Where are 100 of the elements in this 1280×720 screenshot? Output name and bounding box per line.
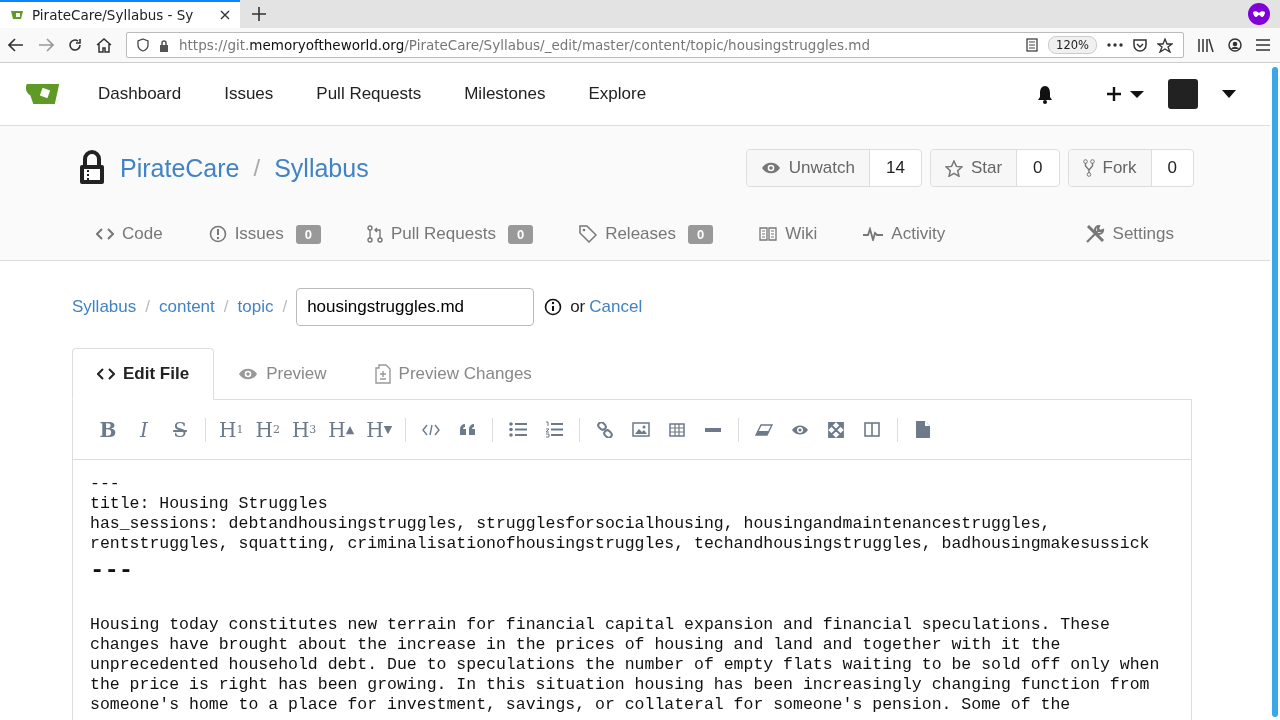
cup-icon bbox=[10, 9, 24, 21]
code-line: --- bbox=[90, 474, 121, 494]
menu-icon[interactable] bbox=[1256, 39, 1270, 51]
shield-icon bbox=[137, 38, 149, 52]
nav-link[interactable]: Pull Requests bbox=[316, 84, 422, 104]
more-icon[interactable] bbox=[1107, 43, 1123, 47]
book-icon bbox=[759, 227, 778, 241]
count-badge: 0 bbox=[507, 224, 534, 244]
code-line: changes have brought about the increase in the prices of housing and land and together with it the bbox=[90, 635, 1062, 655]
new-tab-icon[interactable] bbox=[252, 7, 266, 21]
star-icon bbox=[944, 159, 963, 177]
repo-tab[interactable]: Settings bbox=[1084, 224, 1174, 244]
eye-icon bbox=[791, 423, 810, 436]
pulse-icon bbox=[863, 227, 884, 241]
link-icon bbox=[597, 421, 614, 438]
home-icon[interactable] bbox=[96, 37, 112, 53]
lock-icon bbox=[159, 38, 169, 52]
url-text: https://git.memoryoftheworld.org/PirateCare/Syllabus/_edit/master/content/topic/housingstruggles.md bbox=[179, 37, 871, 53]
breadcrumb-separator: / bbox=[145, 297, 150, 317]
repo-owner-link[interactable]: PirateCare bbox=[120, 153, 240, 183]
breadcrumb-separator: / bbox=[223, 297, 229, 317]
tag-icon bbox=[579, 225, 598, 243]
nav-link[interactable]: Dashboard bbox=[98, 84, 182, 104]
repo-tab[interactable]: Wiki bbox=[759, 224, 818, 244]
repo-tab[interactable]: Releases 0 bbox=[579, 224, 714, 244]
or-text: or bbox=[570, 297, 586, 317]
code-line: unprecedented household debt. Due to speculations the number of empty flats waiting to be sold off only when bbox=[90, 655, 1161, 675]
mask-icon[interactable] bbox=[1248, 3, 1270, 25]
account-icon[interactable] bbox=[1228, 38, 1242, 52]
forward-icon[interactable] bbox=[38, 38, 54, 52]
path-separator: / bbox=[253, 154, 261, 182]
italic-button[interactable]: I bbox=[126, 414, 162, 445]
nav-link[interactable]: Milestones bbox=[464, 84, 546, 104]
reload-icon[interactable] bbox=[68, 38, 82, 52]
code-line: has_sessions: debtandhousingstruggles, strugglesforsocialhousing, housingandmaintenancestruggles, bbox=[90, 514, 1052, 534]
tools-icon bbox=[1084, 224, 1105, 244]
quote-icon bbox=[458, 423, 476, 436]
caret-icon[interactable] bbox=[1222, 90, 1236, 98]
repo-name-link[interactable]: Syllabus bbox=[274, 153, 369, 183]
code-icon bbox=[96, 228, 114, 240]
code-icon bbox=[97, 368, 115, 380]
code-line: rentstruggles, squatting, criminalisationofhousingstruggles, techandhousingstruggles, badhousingmakesussick bbox=[90, 534, 1151, 554]
eye-icon bbox=[760, 161, 781, 175]
zoom-level[interactable]: 120% bbox=[1048, 36, 1097, 54]
breadcrumb-link[interactable]: Syllabus bbox=[72, 297, 137, 317]
info-icon[interactable] bbox=[544, 298, 563, 316]
repo-tab[interactable]: Issues 0 bbox=[208, 224, 321, 244]
filename-field[interactable]: housingstruggles.md bbox=[296, 288, 535, 326]
back-icon[interactable] bbox=[8, 38, 24, 52]
fork-count[interactable]: 0 bbox=[1151, 150, 1193, 186]
eraser-icon bbox=[755, 423, 774, 436]
strike-button[interactable]: S bbox=[162, 414, 198, 445]
library-icon[interactable] bbox=[1198, 38, 1214, 52]
watch-count[interactable]: 14 bbox=[869, 150, 921, 186]
bold-button[interactable]: B bbox=[90, 414, 126, 445]
code-line: the price is right has been growing. In this situation housing has been increasingly changing function from bbox=[90, 675, 1151, 695]
repo-tab[interactable]: Activity bbox=[863, 224, 946, 244]
code-line: title: Housing Struggles bbox=[90, 494, 329, 514]
eye-icon bbox=[238, 367, 259, 381]
heading-line: --- bbox=[90, 556, 135, 586]
editor-tab[interactable]: Preview bbox=[214, 348, 351, 400]
editor-tab[interactable]: Edit File bbox=[72, 348, 215, 400]
browser-tab[interactable]: PirateCare/Syllabus - Sy bbox=[0, 0, 240, 28]
star-count[interactable]: 0 bbox=[1017, 150, 1059, 186]
document-diff-icon bbox=[374, 364, 391, 384]
cup-logo-icon[interactable] bbox=[26, 82, 60, 106]
watch-button[interactable]: Unwatch bbox=[746, 150, 870, 186]
star-button[interactable]: Star bbox=[930, 150, 1018, 186]
count-badge: 0 bbox=[295, 224, 321, 244]
editor-tab[interactable]: Preview Changes bbox=[350, 348, 556, 400]
fork-icon bbox=[1082, 159, 1095, 177]
nav-link[interactable]: Explore bbox=[588, 84, 647, 104]
pocket-icon[interactable] bbox=[1133, 38, 1147, 52]
repo-tab[interactable]: Pull Requests 0 bbox=[367, 224, 534, 244]
breadcrumb-link[interactable]: topic bbox=[237, 297, 274, 317]
exclamation-circle-icon bbox=[208, 225, 227, 243]
cancel-link[interactable]: Cancel bbox=[589, 297, 643, 317]
count-badge: 0 bbox=[688, 224, 714, 244]
breadcrumb-separator: / bbox=[282, 297, 288, 317]
bell-icon[interactable] bbox=[1036, 84, 1054, 104]
repo-tab[interactable]: Code bbox=[96, 224, 163, 244]
nav-link[interactable]: Issues bbox=[224, 84, 274, 104]
bulleted-list-icon bbox=[509, 422, 528, 437]
code-line: someone's home to a place for investment, savings, or collateral for someone's pension. Some of the bbox=[90, 695, 1072, 715]
scrollbar[interactable] bbox=[1272, 67, 1278, 717]
pull-request-icon bbox=[367, 225, 383, 243]
fullscreen-icon bbox=[828, 421, 845, 438]
code-icon bbox=[422, 423, 441, 436]
reader-icon[interactable] bbox=[1026, 38, 1039, 52]
numbered-list-icon bbox=[545, 421, 564, 438]
table-icon bbox=[669, 422, 686, 437]
image-icon bbox=[632, 422, 651, 437]
side-by-side-icon bbox=[864, 422, 881, 437]
lock-icon bbox=[78, 150, 106, 186]
plus-caret-icon[interactable] bbox=[1106, 86, 1146, 102]
star-icon[interactable] bbox=[1157, 37, 1173, 53]
address-bar[interactable]: https://git.memoryoftheworld.org/PirateCare/Syllabus/_edit/master/content/topic/housingstruggles.md 120% bbox=[126, 32, 1184, 58]
breadcrumb-link[interactable]: content bbox=[159, 297, 215, 317]
close-icon[interactable] bbox=[220, 10, 230, 20]
fork-button[interactable]: Fork bbox=[1068, 150, 1152, 186]
